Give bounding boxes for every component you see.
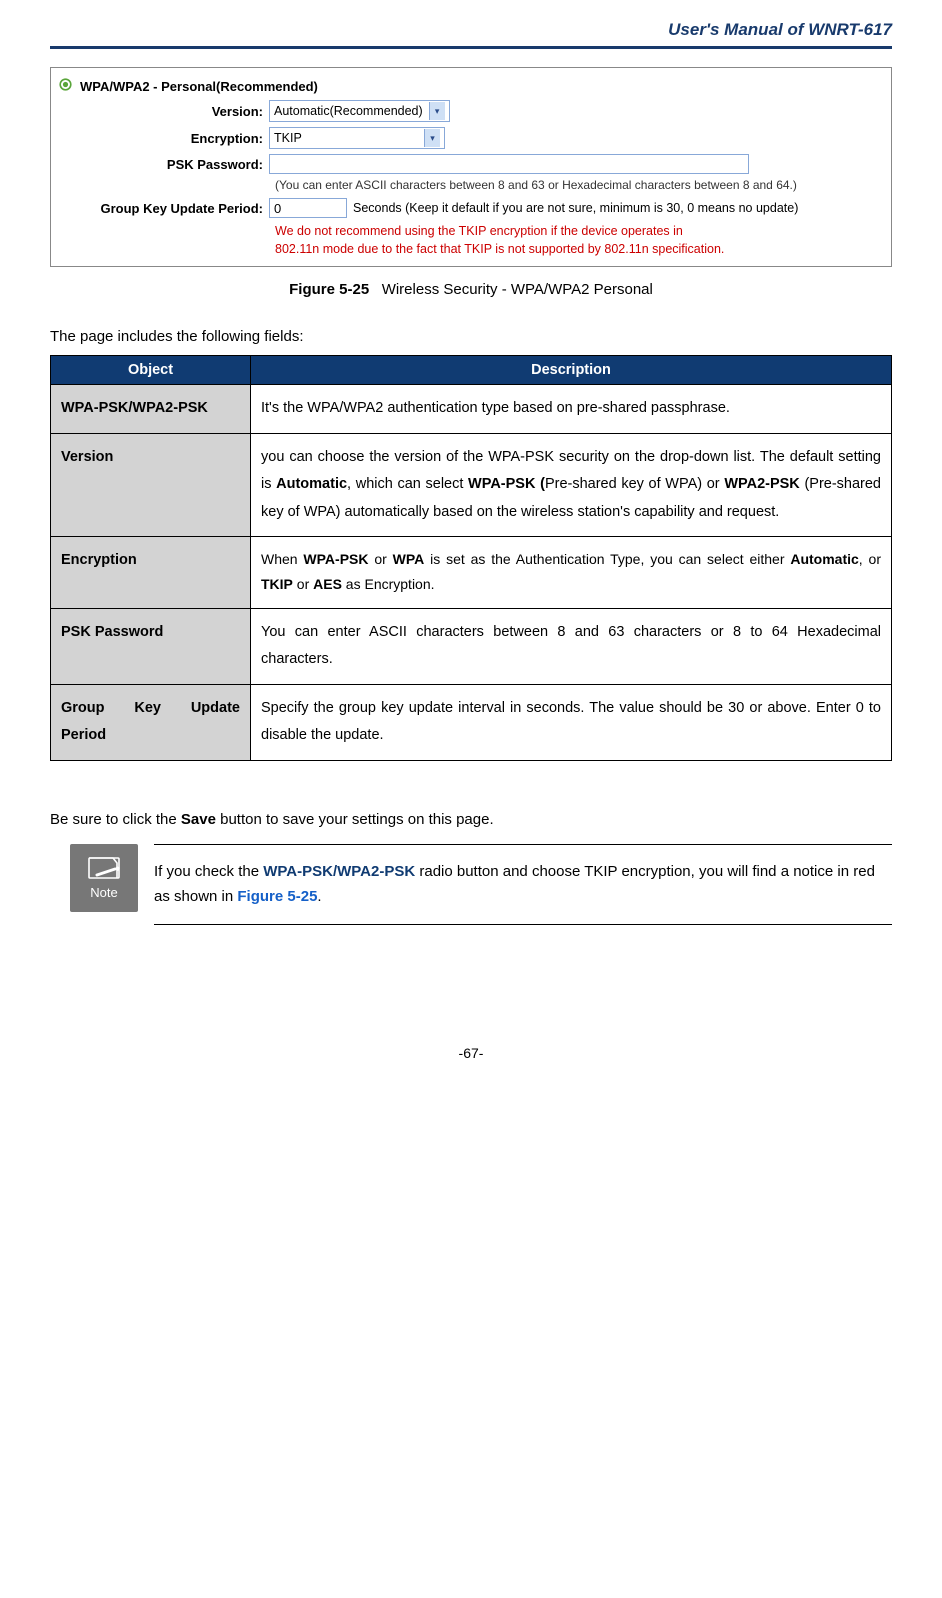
obj-cell: Encryption [51,537,251,608]
desc-cell: When WPA-PSK or WPA is set as the Authen… [251,537,892,608]
note-icon-label: Note [90,885,117,900]
page-number: -67- [50,1045,892,1061]
obj-cell: WPA-PSK/WPA2-PSK [51,385,251,434]
table-row: Version you can choose the version of th… [51,433,892,537]
settings-screenshot: WPA/WPA2 - Personal(Recommended) Version… [50,67,892,267]
group-key-hint: Seconds (Keep it default if you are not … [353,201,798,215]
label-psk: PSK Password: [59,157,269,172]
label-encryption: Encryption: [59,131,269,146]
desc-cell: you can choose the version of the WPA-PS… [251,433,892,537]
manual-title: User's Manual of WNRT-617 [50,20,892,40]
desc-cell: You can enter ASCII characters between 8… [251,608,892,684]
group-key-input[interactable] [269,198,347,218]
figure-text: Wireless Security - WPA/WPA2 Personal [382,281,653,298]
radio-selected-icon[interactable] [59,78,72,94]
table-row: WPA-PSK/WPA2-PSK It's the WPA/WPA2 authe… [51,385,892,434]
note-text: If you check the WPA-PSK/WPA2-PSK radio … [154,844,892,925]
note-block: Note If you check the WPA-PSK/WPA2-PSK r… [70,844,892,925]
intro-text: The page includes the following fields: [50,328,892,345]
figure-caption: Figure 5-25 Wireless Security - WPA/WPA2… [50,281,892,298]
th-object: Object [51,356,251,385]
warning-line1: We do not recommend using the TKIP encry… [275,223,883,241]
chevron-down-icon: ▾ [424,129,440,147]
label-version: Version: [59,104,269,119]
table-row: Encryption When WPA-PSK or WPA is set as… [51,537,892,608]
warning-line2: 802.11n mode due to the fact that TKIP i… [275,241,883,259]
figure-number: Figure 5-25 [289,281,369,298]
chevron-down-icon: ▾ [429,102,445,120]
version-select[interactable]: Automatic(Recommended) ▾ [269,100,450,122]
desc-cell: It's the WPA/WPA2 authentication type ba… [251,385,892,434]
encryption-select[interactable]: TKIP ▾ [269,127,445,149]
th-description: Description [251,356,892,385]
encryption-value: TKIP [274,131,302,145]
obj-cell: PSK Password [51,608,251,684]
table-row: GroupKeyUpdatePeriod Specify the group k… [51,684,892,760]
obj-cell: Version [51,433,251,537]
save-instruction: Be sure to click the Save button to save… [50,811,892,828]
desc-cell: Specify the group key update interval in… [251,684,892,760]
psk-hint: (You can enter ASCII characters between … [275,178,883,192]
header-rule [50,46,892,49]
tkip-warning: We do not recommend using the TKIP encry… [275,223,883,258]
psk-password-input[interactable] [269,154,749,174]
note-icon: Note [70,844,138,912]
obj-cell: GroupKeyUpdatePeriod [51,684,251,760]
version-value: Automatic(Recommended) [274,104,423,118]
table-row: PSK Password You can enter ASCII charact… [51,608,892,684]
label-group-key: Group Key Update Period: [59,201,269,216]
description-table: Object Description WPA-PSK/WPA2-PSK It's… [50,355,892,761]
radio-label: WPA/WPA2 - Personal(Recommended) [80,79,318,94]
